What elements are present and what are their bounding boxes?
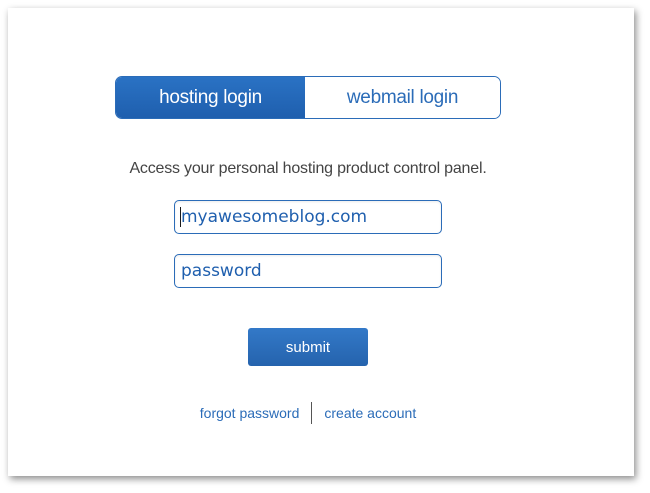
text-caret [180,207,181,227]
submit-button[interactable]: submit [248,328,368,366]
domain-input[interactable] [174,200,442,234]
link-divider [311,402,313,424]
tab-webmail-login-label: webmail login [346,86,459,108]
password-input[interactable] [174,254,442,288]
account-links: forgot password create account [8,402,608,424]
tab-hosting-login[interactable]: hosting login [116,77,305,118]
login-card: hosting login webmail login Access your … [8,8,634,476]
page: hosting login webmail login Access your … [0,0,650,493]
tab-hosting-login-label: hosting login [159,86,262,108]
create-account-link[interactable]: create account [324,405,416,421]
login-description: Access your personal hosting product con… [129,160,487,177]
tab-webmail-login[interactable]: webmail login [305,77,500,118]
login-tabs: hosting login webmail login [115,76,501,119]
forgot-password-link[interactable]: forgot password [200,405,300,421]
